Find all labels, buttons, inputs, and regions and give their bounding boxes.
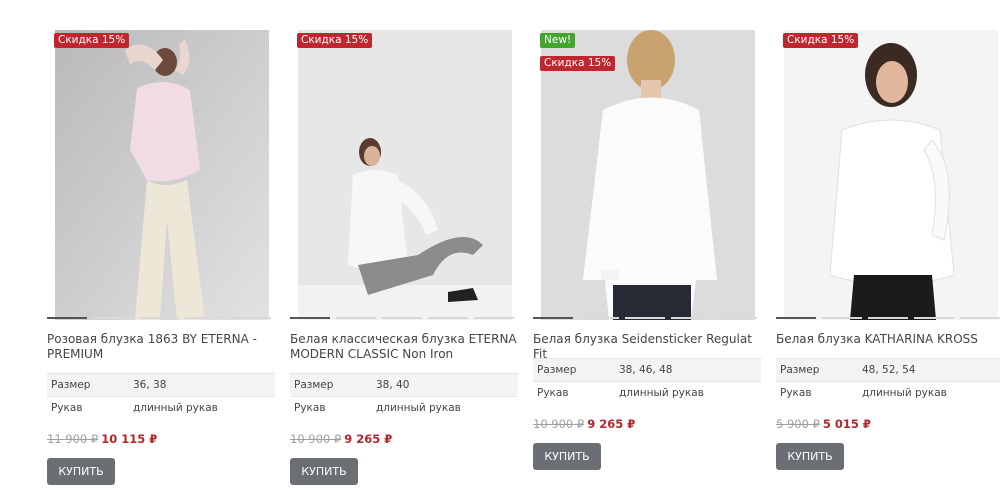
product-title[interactable]: Розовая блузка 1863 BY ETERNA - PREMIUM <box>47 332 279 362</box>
image-pager[interactable] <box>533 317 765 320</box>
pager-dot[interactable] <box>474 317 514 319</box>
price: 5 900 ₽5 015 ₽ <box>776 417 871 431</box>
pager-dot[interactable] <box>290 317 330 319</box>
product-specs: Размер 38, 46, 48 Рукав длинный рукав <box>533 358 761 404</box>
spec-key: Рукав <box>51 402 83 414</box>
pager-dot[interactable] <box>776 317 816 319</box>
discount-badge: Скидка 15% <box>783 33 859 48</box>
spec-key: Размер <box>51 379 91 391</box>
spec-value: длинный рукав <box>862 387 947 399</box>
pager-dot[interactable] <box>336 317 376 319</box>
pager-dot[interactable] <box>47 317 87 319</box>
badges: New! Скидка 15% <box>540 28 616 74</box>
badges: Скидка 15% <box>783 28 859 51</box>
price: 10 900 ₽9 265 ₽ <box>290 432 392 446</box>
spec-key: Размер <box>294 379 334 391</box>
new-price: 10 115 ₽ <box>101 432 158 446</box>
spec-value: 48, 52, 54 <box>862 364 916 376</box>
spec-value: длинный рукав <box>376 402 461 414</box>
pager-dot[interactable] <box>231 317 271 319</box>
product-title[interactable]: Белая блузка KATHARINA KROSS <box>776 332 1000 347</box>
pager-dot[interactable] <box>428 317 468 319</box>
pager-dot[interactable] <box>960 317 1000 319</box>
pager-dot[interactable] <box>822 317 862 319</box>
badges: Скидка 15% <box>297 28 373 51</box>
pager-dot[interactable] <box>914 317 954 319</box>
discount-badge: Скидка 15% <box>297 33 373 48</box>
spec-row: Размер 36, 38 <box>47 373 275 397</box>
spec-key: Размер <box>780 364 820 376</box>
image-pager[interactable] <box>290 317 522 320</box>
product-specs: Размер 36, 38 Рукав длинный рукав <box>47 373 275 419</box>
spec-key: Рукав <box>294 402 326 414</box>
product-image[interactable] <box>55 30 269 320</box>
discount-badge: Скидка 15% <box>54 33 130 48</box>
old-price: 10 900 ₽ <box>290 432 342 446</box>
spec-value: длинный рукав <box>619 387 704 399</box>
product-image[interactable] <box>298 30 512 320</box>
buy-button[interactable]: КУПИТЬ <box>290 458 358 485</box>
pager-dot[interactable] <box>382 317 422 319</box>
product-image[interactable] <box>784 30 998 320</box>
buy-button[interactable]: КУПИТЬ <box>533 443 601 470</box>
discount-badge: Скидка 15% <box>540 56 616 71</box>
pager-dot[interactable] <box>533 317 573 319</box>
spec-row: Рукав длинный рукав <box>47 397 275 419</box>
product-specs: Размер 38, 40 Рукав длинный рукав <box>290 373 518 419</box>
pager-dot[interactable] <box>185 317 225 319</box>
price: 10 900 ₽9 265 ₽ <box>533 417 635 431</box>
price: 11 900 ₽10 115 ₽ <box>47 432 157 446</box>
badges: Скидка 15% <box>54 28 130 51</box>
spec-row: Рукав длинный рукав <box>533 382 761 404</box>
product-specs: Размер 48, 52, 54 Рукав длинный рукав <box>776 358 1000 404</box>
pager-dot[interactable] <box>579 317 619 319</box>
spec-row: Рукав длинный рукав <box>776 382 1000 404</box>
spec-key: Размер <box>537 364 577 376</box>
spec-value: 36, 38 <box>133 379 167 391</box>
spec-key: Рукав <box>780 387 812 399</box>
image-pager[interactable] <box>47 317 279 320</box>
product-title[interactable]: Белая классическая блузка ETERNA MODERN … <box>290 332 522 362</box>
image-pager[interactable] <box>776 317 1000 320</box>
pager-dot[interactable] <box>868 317 908 319</box>
buy-button[interactable]: КУПИТЬ <box>776 443 844 470</box>
spec-row: Рукав длинный рукав <box>290 397 518 419</box>
buy-button[interactable]: КУПИТЬ <box>47 458 115 485</box>
spec-value: 38, 46, 48 <box>619 364 673 376</box>
new-badge: New! <box>540 33 576 48</box>
pager-dot[interactable] <box>717 317 757 319</box>
old-price: 10 900 ₽ <box>533 417 585 431</box>
new-price: 9 265 ₽ <box>344 432 393 446</box>
spec-value: длинный рукав <box>133 402 218 414</box>
pager-dot[interactable] <box>625 317 665 319</box>
old-price: 5 900 ₽ <box>776 417 820 431</box>
pager-dot[interactable] <box>139 317 179 319</box>
spec-value: 38, 40 <box>376 379 410 391</box>
old-price: 11 900 ₽ <box>47 432 99 446</box>
spec-row: Размер 48, 52, 54 <box>776 358 1000 382</box>
pager-dot[interactable] <box>671 317 711 319</box>
new-price: 9 265 ₽ <box>587 417 636 431</box>
pager-dot[interactable] <box>93 317 133 319</box>
spec-key: Рукав <box>537 387 569 399</box>
spec-row: Размер 38, 40 <box>290 373 518 397</box>
spec-row: Размер 38, 46, 48 <box>533 358 761 382</box>
new-price: 5 015 ₽ <box>822 417 871 431</box>
